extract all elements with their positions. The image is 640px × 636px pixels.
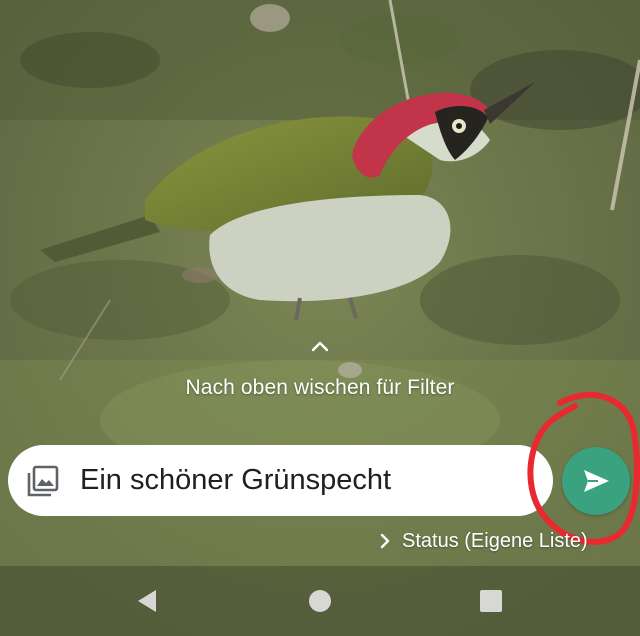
status-audience-label: Status (Eigene Liste) — [402, 529, 588, 552]
home-circle-icon[interactable] — [305, 586, 335, 616]
caption-bar — [8, 445, 553, 516]
swipe-up-hint-text: Nach oben wischen für Filter — [185, 376, 455, 399]
chevron-right-icon — [380, 533, 390, 549]
status-audience-selector[interactable]: Status (Eigene Liste) — [378, 528, 588, 554]
back-triangle-icon[interactable] — [132, 586, 162, 616]
gallery-icon[interactable] — [26, 464, 60, 498]
swipe-up-hint[interactable]: Nach oben wischen für Filter — [0, 336, 640, 400]
system-navigation-bar — [0, 566, 640, 636]
chevron-up-icon — [311, 341, 329, 352]
send-icon — [584, 470, 609, 492]
send-button[interactable] — [562, 447, 630, 515]
status-composer-screen: Nach oben wischen für Filter Status (Eig… — [0, 0, 640, 636]
caption-input[interactable] — [80, 464, 520, 497]
recents-square-icon[interactable] — [476, 586, 506, 616]
